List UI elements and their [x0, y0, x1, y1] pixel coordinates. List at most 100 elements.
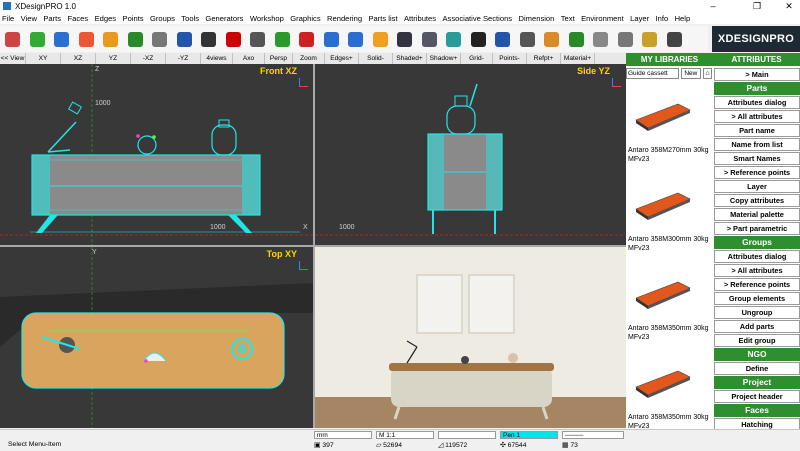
attribute-button[interactable]: > Main [714, 68, 800, 81]
menu-item[interactable]: Rendering [327, 14, 362, 23]
attribute-button[interactable]: > Reference points [714, 278, 800, 291]
attribute-button[interactable]: Ungroup [714, 306, 800, 319]
menu-item[interactable]: File [2, 14, 14, 23]
view-button[interactable]: Axo [233, 53, 265, 64]
attribute-button[interactable]: Project header [714, 390, 800, 403]
menu-item[interactable]: Parts list [368, 14, 397, 23]
attribute-button[interactable]: Edit group [714, 334, 800, 347]
maximize-button[interactable]: ❐ [744, 0, 770, 12]
box-green-icon[interactable] [27, 28, 48, 50]
pin-icon[interactable] [223, 28, 244, 50]
menu-item[interactable]: Associative Sections [442, 14, 512, 23]
menu-item[interactable]: Text [561, 14, 575, 23]
cube-icon[interactable] [2, 28, 23, 50]
undo-icon[interactable] [345, 28, 366, 50]
scissors-icon[interactable] [664, 28, 685, 50]
menu-item[interactable]: Generators [205, 14, 243, 23]
minimize-button[interactable]: – [700, 0, 726, 12]
menu-item[interactable]: Attributes [404, 14, 436, 23]
counter-100-icon[interactable] [468, 28, 489, 50]
menu-item[interactable]: Points [123, 14, 144, 23]
redo-icon[interactable] [370, 28, 391, 50]
list-lines-icon[interactable] [443, 28, 464, 50]
menu-item[interactable]: Dimension [519, 14, 555, 23]
close-button[interactable]: ✕ [776, 0, 800, 12]
menu-item[interactable]: Graphics [290, 14, 320, 23]
triangle-ruler-icon[interactable] [51, 28, 72, 50]
view-button[interactable]: 4views [201, 53, 233, 64]
menu-item[interactable]: Edges [95, 14, 117, 23]
view-button[interactable]: XZ [61, 53, 96, 64]
tab-attributes[interactable]: ATTRIBUTES [713, 53, 800, 66]
menu-item[interactable]: Help [675, 14, 691, 23]
wrench-icon[interactable] [639, 28, 660, 50]
menu-item[interactable]: Groups [150, 14, 175, 23]
attribute-button[interactable]: Part name [714, 124, 800, 137]
menu-item[interactable]: View [21, 14, 37, 23]
attribute-button[interactable]: Material palette [714, 208, 800, 221]
library-item[interactable]: Antaro 358M350mm 30kg MFv23 [626, 351, 712, 437]
library-category-select[interactable]: Guide cassett [626, 68, 680, 79]
attribute-button[interactable]: Define [714, 362, 800, 375]
view-button[interactable]: Grid- [461, 53, 493, 64]
top-viewport[interactable]: Top XY Y [0, 247, 313, 428]
tab-my-libraries[interactable]: MY LIBRARIES [626, 53, 713, 66]
attribute-button[interactable]: Smart Names [714, 152, 800, 165]
render-viewport[interactable] [315, 247, 626, 428]
attribute-button[interactable]: > Part parametric [714, 222, 800, 235]
view-button[interactable]: Points- [493, 53, 527, 64]
library-item[interactable]: Antaro 358M270mm 30kg MFv23 [626, 84, 712, 170]
scale-select[interactable]: M 1:1 [376, 431, 434, 439]
attribute-button[interactable]: > All attributes [714, 110, 800, 123]
set-square-icon[interactable] [174, 28, 195, 50]
library-item[interactable]: Antaro 358M300mm 30kg MFv23 [626, 173, 712, 259]
view-button[interactable]: Solid- [359, 53, 393, 64]
menu-item[interactable]: Parts [43, 14, 61, 23]
view-button[interactable]: XY [26, 53, 61, 64]
camera-icon[interactable] [198, 28, 219, 50]
attribute-button[interactable]: Add parts [714, 320, 800, 333]
view-button[interactable]: -XZ [131, 53, 166, 64]
layers-icon[interactable] [517, 28, 538, 50]
arrow-down-icon[interactable] [296, 28, 317, 50]
pipe-icon[interactable] [615, 28, 636, 50]
attribute-button[interactable]: Layer [714, 180, 800, 193]
menu-item[interactable]: Info [656, 14, 669, 23]
front-viewport[interactable]: Front XZ 1000 1000 Z X [0, 64, 313, 245]
attribute-button[interactable]: > Reference points [714, 166, 800, 179]
new-dropdown[interactable]: New [681, 68, 702, 79]
tree-icon[interactable] [566, 28, 587, 50]
side-viewport[interactable]: Side YZ 1000 [315, 64, 626, 245]
line-style-select[interactable]: ──── [562, 431, 624, 439]
view-button[interactable]: Shaded+ [393, 53, 427, 64]
view-button[interactable]: Material+ [561, 53, 595, 64]
viewport-splitter-horizontal[interactable] [0, 245, 626, 247]
hammer-icon[interactable] [149, 28, 170, 50]
unit-select[interactable]: mm [314, 431, 372, 439]
stack-icon[interactable] [541, 28, 562, 50]
view-button[interactable]: Refpt+ [527, 53, 561, 64]
attribute-button[interactable]: Attributes dialog [714, 250, 800, 263]
palette-icon[interactable] [590, 28, 611, 50]
attribute-button[interactable]: Name from list [714, 138, 800, 151]
printer-icon[interactable] [247, 28, 268, 50]
layer-select[interactable] [438, 431, 496, 439]
hook-icon[interactable] [321, 28, 342, 50]
view-button[interactable]: Shadow+ [427, 53, 461, 64]
document-icon[interactable] [419, 28, 440, 50]
menu-item[interactable]: Layer [630, 14, 649, 23]
view-button[interactable]: Zoom [293, 53, 325, 64]
attribute-button[interactable]: > All attributes [714, 264, 800, 277]
menu-item[interactable]: Tools [181, 14, 199, 23]
gear-icon[interactable] [100, 28, 121, 50]
attribute-button[interactable]: Copy attributes [714, 194, 800, 207]
attribute-button[interactable]: Attributes dialog [714, 96, 800, 109]
view-button[interactable]: Edges+ [325, 53, 359, 64]
menu-item[interactable]: Workshop [250, 14, 284, 23]
menu-item[interactable]: Faces [67, 14, 88, 23]
view-button[interactable]: << View [0, 53, 26, 64]
attribute-button[interactable]: Group elements [714, 292, 800, 305]
blue-doc-icon[interactable] [492, 28, 513, 50]
arrow-up-icon[interactable] [272, 28, 293, 50]
attr-icon[interactable] [394, 28, 415, 50]
